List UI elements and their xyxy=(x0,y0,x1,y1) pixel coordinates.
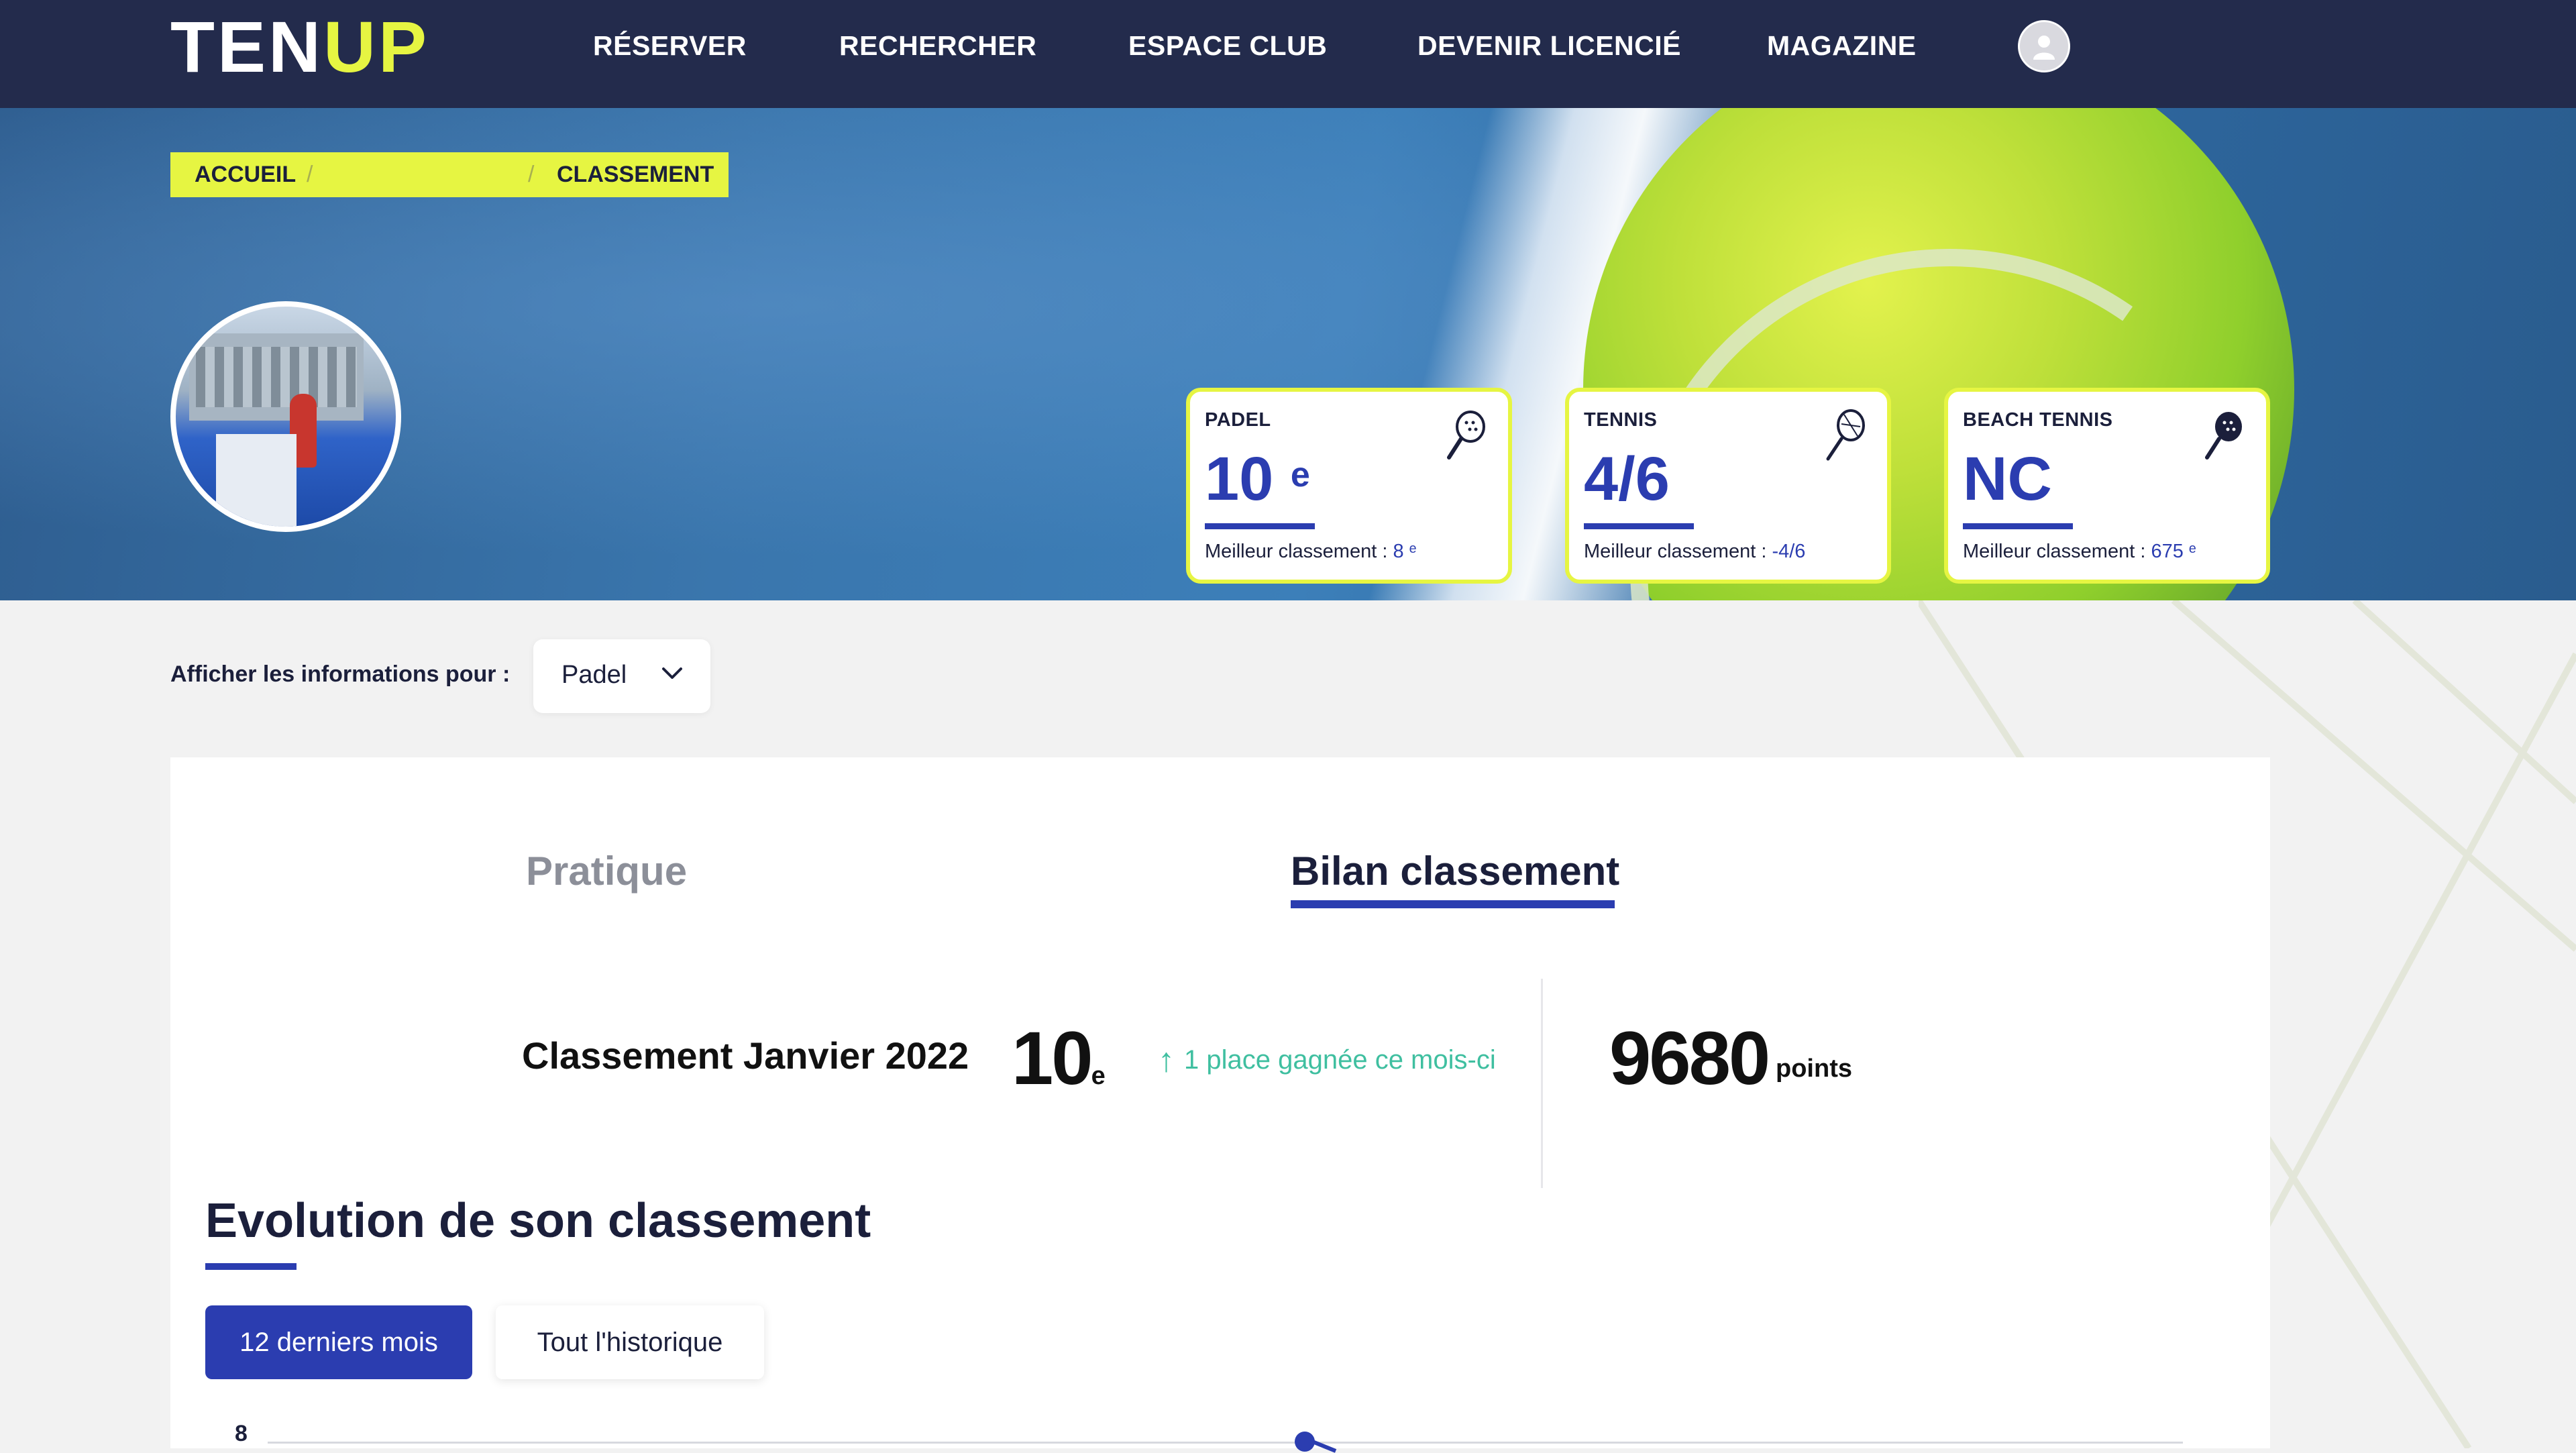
breadcrumb-current: CLASSEMENT xyxy=(557,162,714,187)
card-ranking-value: 4/6 xyxy=(1584,445,1670,513)
points-unit: points xyxy=(1776,1055,1852,1083)
profile-avatar xyxy=(170,301,401,532)
ranking-card-beach-tennis[interactable]: BEACH TENNIS NC Meilleur classement : 67… xyxy=(1944,388,2270,584)
sport-dropdown-value: Padel xyxy=(561,661,627,689)
card-ranking-value: 10 e xyxy=(1205,445,1310,513)
tenup-logo[interactable]: TENUP xyxy=(170,9,429,85)
chart-gridline xyxy=(268,1442,2183,1444)
chevron-down-icon xyxy=(662,667,682,679)
nav-magazine[interactable]: MAGAZINE xyxy=(1767,27,1917,64)
sport-dropdown[interactable]: Padel xyxy=(533,639,710,713)
ranking-card-padel[interactable]: PADEL 10 e Meilleur classement : 8 ᵉ xyxy=(1186,388,1512,584)
card-sport-name: PADEL xyxy=(1205,409,1271,431)
card-sport-name: BEACH TENNIS xyxy=(1963,409,2113,431)
tennis-racket-icon xyxy=(1826,409,1865,461)
card-sport-name: TENNIS xyxy=(1584,409,1658,431)
user-account-button[interactable] xyxy=(2018,20,2070,72)
breadcrumb: ACCUEIL / / CLASSEMENT xyxy=(170,152,729,197)
nav-espace-club[interactable]: ESPACE CLUB xyxy=(1128,27,1327,64)
card-best-ranking: Meilleur classement : -4/6 xyxy=(1584,541,1806,562)
chart-data-point[interactable] xyxy=(1295,1432,1315,1452)
ranking-panel: Pratique Bilan classement Classement Jan… xyxy=(170,757,2270,1453)
tab-pratique[interactable]: Pratique xyxy=(526,848,687,894)
full-history-button[interactable]: Tout l'historique xyxy=(496,1305,764,1379)
card-ranking-value: NC xyxy=(1963,445,2052,513)
logo-part-ten: TEN xyxy=(170,6,323,87)
evolution-title: Evolution de son classement xyxy=(205,1194,871,1248)
active-tab-indicator xyxy=(1291,900,1615,908)
ranking-gain: ↑ 1 place gagnée ce mois-ci xyxy=(1158,1041,1496,1079)
points-value: 9680 xyxy=(1609,1016,1770,1100)
nav-reserver[interactable]: RÉSERVER xyxy=(593,27,747,64)
breadcrumb-separator: / xyxy=(528,162,535,187)
nav-devenir-licencie[interactable]: DEVENIR LICENCIÉ xyxy=(1417,27,1681,64)
top-navigation-bar: TENUP RÉSERVER RECHERCHER ESPACE CLUB DE… xyxy=(0,0,2576,108)
photo-padel-sign xyxy=(216,434,297,527)
logo-part-up: UP xyxy=(323,6,430,87)
photo-windows xyxy=(196,347,357,407)
tab-bilan-classement[interactable]: Bilan classement xyxy=(1291,848,1619,894)
card-accent-bar xyxy=(1963,523,2073,529)
beach-racket-icon xyxy=(2205,412,2242,460)
padel-racket-icon xyxy=(1447,411,1485,460)
last-12-months-button[interactable]: 12 derniers mois xyxy=(205,1305,472,1379)
breadcrumb-separator: / xyxy=(307,162,313,187)
evolution-title-underline xyxy=(205,1263,297,1270)
stats-divider xyxy=(1541,979,1543,1188)
card-best-ranking: Meilleur classement : 675 ᵉ xyxy=(1963,541,2196,562)
arrow-up-icon: ↑ xyxy=(1158,1041,1175,1079)
chart-y-tick-label: 8 xyxy=(235,1421,248,1446)
sport-selector-label: Afficher les informations pour : xyxy=(170,661,511,687)
card-best-ranking: Meilleur classement : 8 ᵉ xyxy=(1205,541,1417,562)
ranking-card-tennis[interactable]: TENNIS 4/6 Meilleur classement : -4/6 xyxy=(1565,388,1891,584)
card-accent-bar xyxy=(1205,523,1315,529)
user-icon xyxy=(2033,36,2055,60)
monthly-ranking-label: Classement Janvier 2022 xyxy=(522,1034,969,1077)
breadcrumb-home[interactable]: ACCUEIL xyxy=(195,152,296,197)
nav-rechercher[interactable]: RECHERCHER xyxy=(839,27,1036,64)
monthly-ranking-value: 10e xyxy=(1012,1016,1106,1100)
card-accent-bar xyxy=(1584,523,1694,529)
